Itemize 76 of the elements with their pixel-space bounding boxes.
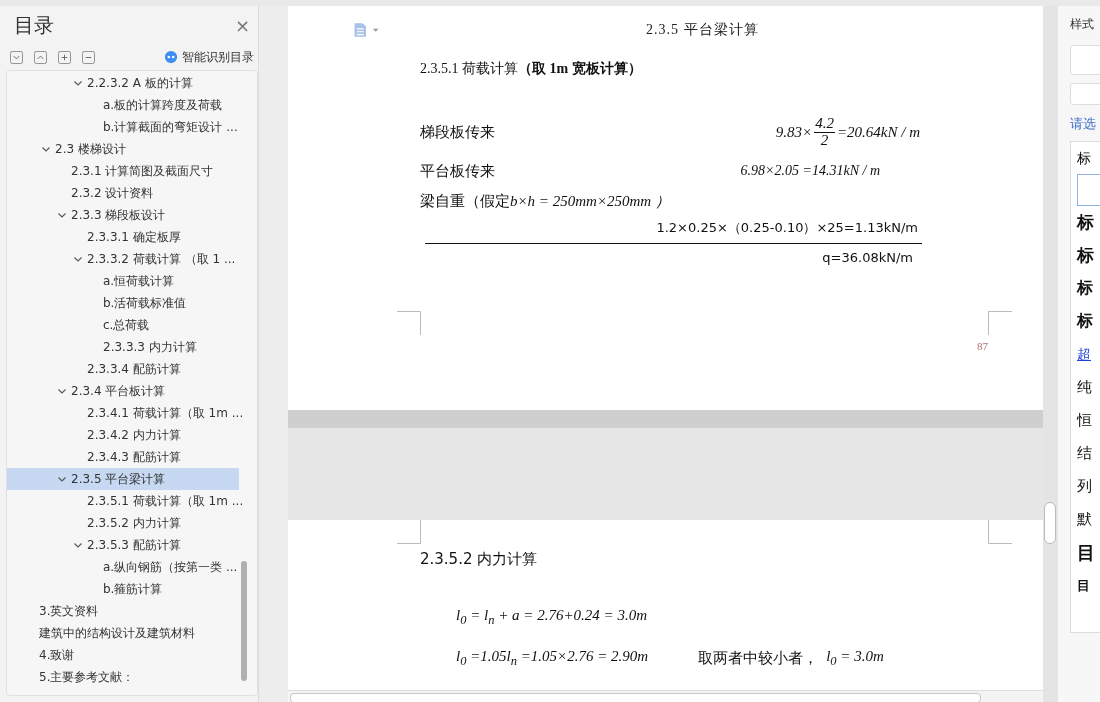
style-item[interactable]: 标 xyxy=(1077,150,1100,170)
style-item[interactable]: 默 xyxy=(1077,503,1100,536)
style-item[interactable]: 标 xyxy=(1077,206,1100,239)
toc-item[interactable]: b.计算截面的弯矩设计 ... xyxy=(7,116,253,138)
toc-item[interactable]: 2.3 楼梯设计 xyxy=(7,138,253,160)
load-label: 平台板传来 xyxy=(420,161,495,181)
toc-item[interactable]: 2.3.4 平台板计算 xyxy=(7,380,253,402)
formula: l$_{0}$ = l$_{n}$ + a = 2.76+0.24 = 3.0m xyxy=(456,607,649,628)
style-item[interactable]: 标 xyxy=(1077,239,1100,272)
style-item[interactable]: 列 xyxy=(1077,470,1100,503)
panel-button[interactable] xyxy=(1070,83,1100,105)
page-number: 87 xyxy=(977,340,988,352)
toc-item[interactable]: 2.3.5.2 内力计算 xyxy=(7,512,253,534)
toc-item[interactable]: a.板的计算跨度及荷载 xyxy=(7,94,253,116)
formula: l$_{0}$ =1.05l$_{n}$ =1.05×2.76 = 2.90m xyxy=(456,648,649,669)
style-item[interactable]: 标 xyxy=(1077,305,1100,338)
toc-item[interactable]: 2.3.4.2 内力计算 xyxy=(7,424,253,446)
load-label: 梯段板传来 xyxy=(420,122,495,142)
vertical-scrollbar[interactable] xyxy=(1043,6,1058,702)
bot-icon xyxy=(164,50,178,64)
formula: b×h = 250mm×250mm ） xyxy=(510,191,670,211)
formula: 6.98×2.05 =14.31kN / m xyxy=(740,163,880,179)
toc-item[interactable]: 3.英文资料 xyxy=(7,600,253,622)
note-text: 取两者中较小者， xyxy=(698,649,819,668)
toc-item[interactable]: 建筑中的结构设计及建筑材料 xyxy=(7,622,253,644)
section-heading: 2.3.5.2 内力计算 xyxy=(420,550,539,569)
toc-item[interactable]: 2.3.5.3 配筋计算 xyxy=(7,534,253,556)
style-item[interactable]: 目 xyxy=(1077,536,1100,569)
toc-item[interactable]: 5.主要参考文献： xyxy=(7,666,253,688)
hint-link[interactable]: 请选 xyxy=(1070,115,1100,133)
crop-mark xyxy=(397,311,421,335)
toc-item[interactable]: b.活荷载标准值 xyxy=(7,292,253,314)
total-load: q=36.08kN/m xyxy=(821,250,913,265)
style-field[interactable] xyxy=(1070,45,1100,75)
style-item[interactable]: 结 xyxy=(1077,437,1100,470)
load-label: 梁自重（假定 xyxy=(420,191,510,211)
toc-item[interactable]: 2.3.3.1 确定板厚 xyxy=(7,226,253,248)
toc-item[interactable]: 2.3.5 平台梁计算 xyxy=(7,468,239,490)
crop-mark xyxy=(397,520,421,544)
collapse-up-icon[interactable] xyxy=(34,50,47,64)
page-header: 2.3.5 平台梁计算 xyxy=(646,21,759,39)
toc-title: 目录 xyxy=(14,11,54,39)
style-item[interactable]: 超 xyxy=(1077,338,1100,371)
toc-item[interactable]: 2.3.4.3 配筋计算 xyxy=(7,446,253,468)
scrollbar-thumb[interactable] xyxy=(241,561,247,681)
toc-item[interactable]: c.总荷载 xyxy=(7,314,253,336)
toc-item[interactable]: 2.3.5.1 荷载计算（取 1m ... xyxy=(7,490,253,512)
smart-toc-button[interactable]: 智能识别目录 xyxy=(164,48,254,66)
toc-item[interactable]: 2.3.3 梯段板设计 xyxy=(7,204,253,226)
toc-item[interactable]: 2.3.3.2 荷载计算 （取 1 ... xyxy=(7,248,253,270)
toc-item[interactable]: 2.3.3.3 内力计算 xyxy=(7,336,253,358)
toc-item[interactable]: 2.3.4.1 荷载计算（取 1m ... xyxy=(7,402,253,424)
formula: 1.2×0.25×（0.25-0.10）×25=1.13kN/m xyxy=(655,219,918,237)
toc-item[interactable]: 2.2.3.2 A 板的计算 xyxy=(7,72,253,94)
horizontal-scrollbar[interactable] xyxy=(288,690,1043,702)
toc-item[interactable]: 2.3.3.4 配筋计算 xyxy=(7,358,253,380)
style-item[interactable]: 目 xyxy=(1077,569,1100,602)
toc-item[interactable]: 4.致谢 xyxy=(7,644,253,666)
toc-item[interactable]: b.箍筋计算 xyxy=(7,578,253,600)
panel-title: 样式 xyxy=(1070,16,1095,33)
style-item[interactable]: 标 xyxy=(1077,272,1100,305)
document-icon[interactable] xyxy=(353,22,379,38)
crop-mark xyxy=(988,520,1012,544)
section-heading: 2.3.5.1 荷载计算（取 1m 宽板计算） xyxy=(420,60,643,78)
collapse-down-icon[interactable] xyxy=(10,50,23,64)
toc-item[interactable]: 2.3.2 设计资料 xyxy=(7,182,253,204)
style-item[interactable]: 纯 xyxy=(1077,371,1100,404)
collapse-icon[interactable] xyxy=(82,50,95,64)
toc-item[interactable]: 2.3.1 计算简图及截面尺寸 xyxy=(7,160,253,182)
toc-item[interactable]: a.恒荷载计算 xyxy=(7,270,253,292)
crop-mark xyxy=(988,311,1012,335)
toc-item[interactable]: a.纵向钢筋（按第一类 ... xyxy=(7,556,253,578)
expand-icon[interactable] xyxy=(58,50,71,64)
close-button[interactable]: × xyxy=(232,14,252,36)
formula: l$_{0}$ = 3.0m xyxy=(826,648,884,669)
style-item[interactable]: 恒 xyxy=(1077,404,1100,437)
